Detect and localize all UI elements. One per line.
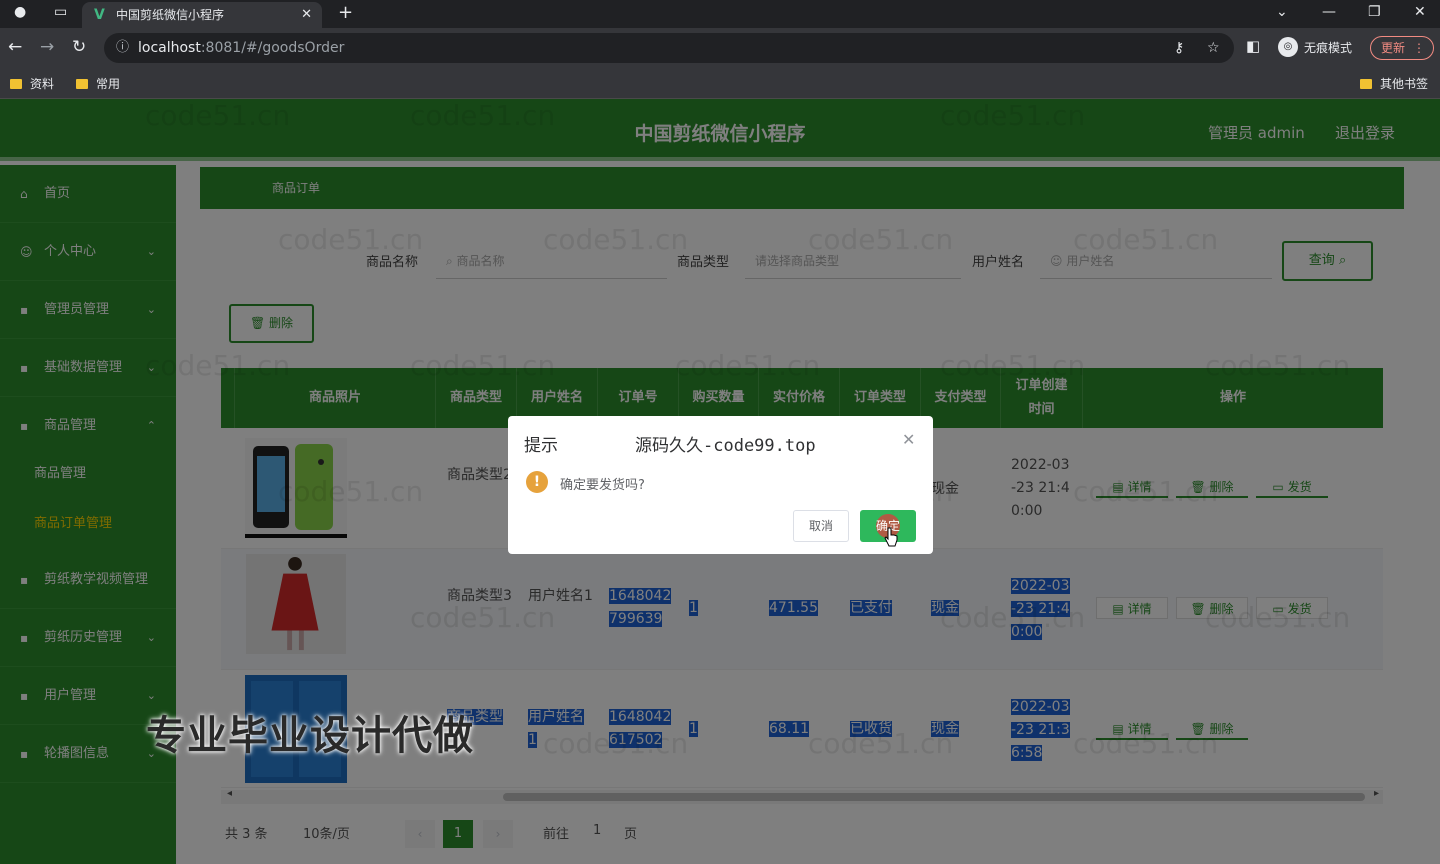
dialog-close-icon[interactable]: ✕ [902,430,915,449]
browser-chrome: ● ▭ V 中国剪纸微信小程序 ✕ + ⌄ — ❐ ✕ ← → ↻ ⓘ loca… [0,0,1440,99]
incognito-label: 无痕模式 [1304,40,1353,55]
dialog-title: 提示 [524,436,558,456]
browser-tab[interactable]: V 中国剪纸微信小程序 ✕ [82,2,322,28]
update-label: 更新 [1381,41,1406,55]
url-path: :8081/#/goodsOrder [200,40,345,56]
folder-icon [10,78,22,89]
address-row: ← → ↻ ⓘ localhost:8081/#/goodsOrder ⚷ ☆ … [0,28,1440,68]
other-bookmarks[interactable]: 其他书签 [1360,75,1428,92]
site-info-icon[interactable]: ⓘ [116,33,129,63]
cancel-button[interactable]: 取消 [793,510,849,542]
bookmark-label: 常用 [96,77,121,91]
hand-cursor-icon [884,527,898,547]
folder-icon [1360,78,1372,89]
warning-icon: ! [526,471,548,493]
back-icon[interactable]: ← [8,37,22,57]
sidepanel-icon[interactable]: ◧ [1246,37,1260,55]
folder-icon [76,78,88,89]
restore-icon[interactable]: ❐ [1368,4,1381,20]
dialog-message: 确定要发货吗? [560,478,645,493]
bookmark-folder-1[interactable]: 资料 [10,75,54,92]
minimize-icon[interactable]: — [1322,4,1336,20]
vue-favicon-icon: V [94,7,105,23]
tab-title: 中国剪纸微信小程序 [116,8,225,22]
profile-icon[interactable]: ● [14,4,26,20]
url-host: localhost [138,40,201,56]
bookmark-star-icon[interactable]: ☆ [1207,33,1220,63]
key-icon[interactable]: ⚷ [1174,33,1184,63]
other-bookmarks-label: 其他书签 [1380,77,1429,91]
tab-search-icon[interactable]: ▭ [54,4,67,20]
promo-caption: 专业毕业设计代做 [146,713,474,759]
incognito-indicator[interactable]: ◎ 无痕模式 [1278,37,1352,57]
confirm-ship-dialog: 提示 源码久久-code99.top ✕ ! 确定要发货吗? 取消 确定 [508,416,933,554]
dialog-source-text: 源码久久-code99.top [635,436,816,456]
update-button[interactable]: 更新 ⋮ [1370,36,1434,60]
address-bar[interactable]: ⓘ localhost:8081/#/goodsOrder ⚷ ☆ [104,33,1234,63]
tab-close-icon[interactable]: ✕ [301,2,312,28]
menu-dots-icon: ⋮ [1413,41,1425,55]
bookmarks-bar: 资料 常用 其他书签 [0,68,1440,99]
window-close-icon[interactable]: ✕ [1414,4,1426,20]
new-tab-icon[interactable]: + [338,2,353,23]
forward-icon[interactable]: → [40,37,54,57]
incognito-icon: ◎ [1278,37,1298,57]
tab-bar: ● ▭ V 中国剪纸微信小程序 ✕ + ⌄ — ❐ ✕ [0,0,1440,28]
reload-icon[interactable]: ↻ [72,37,86,57]
tab-list-icon[interactable]: ⌄ [1276,4,1288,20]
bookmark-label: 资料 [30,77,55,91]
bookmark-folder-2[interactable]: 常用 [76,75,120,92]
